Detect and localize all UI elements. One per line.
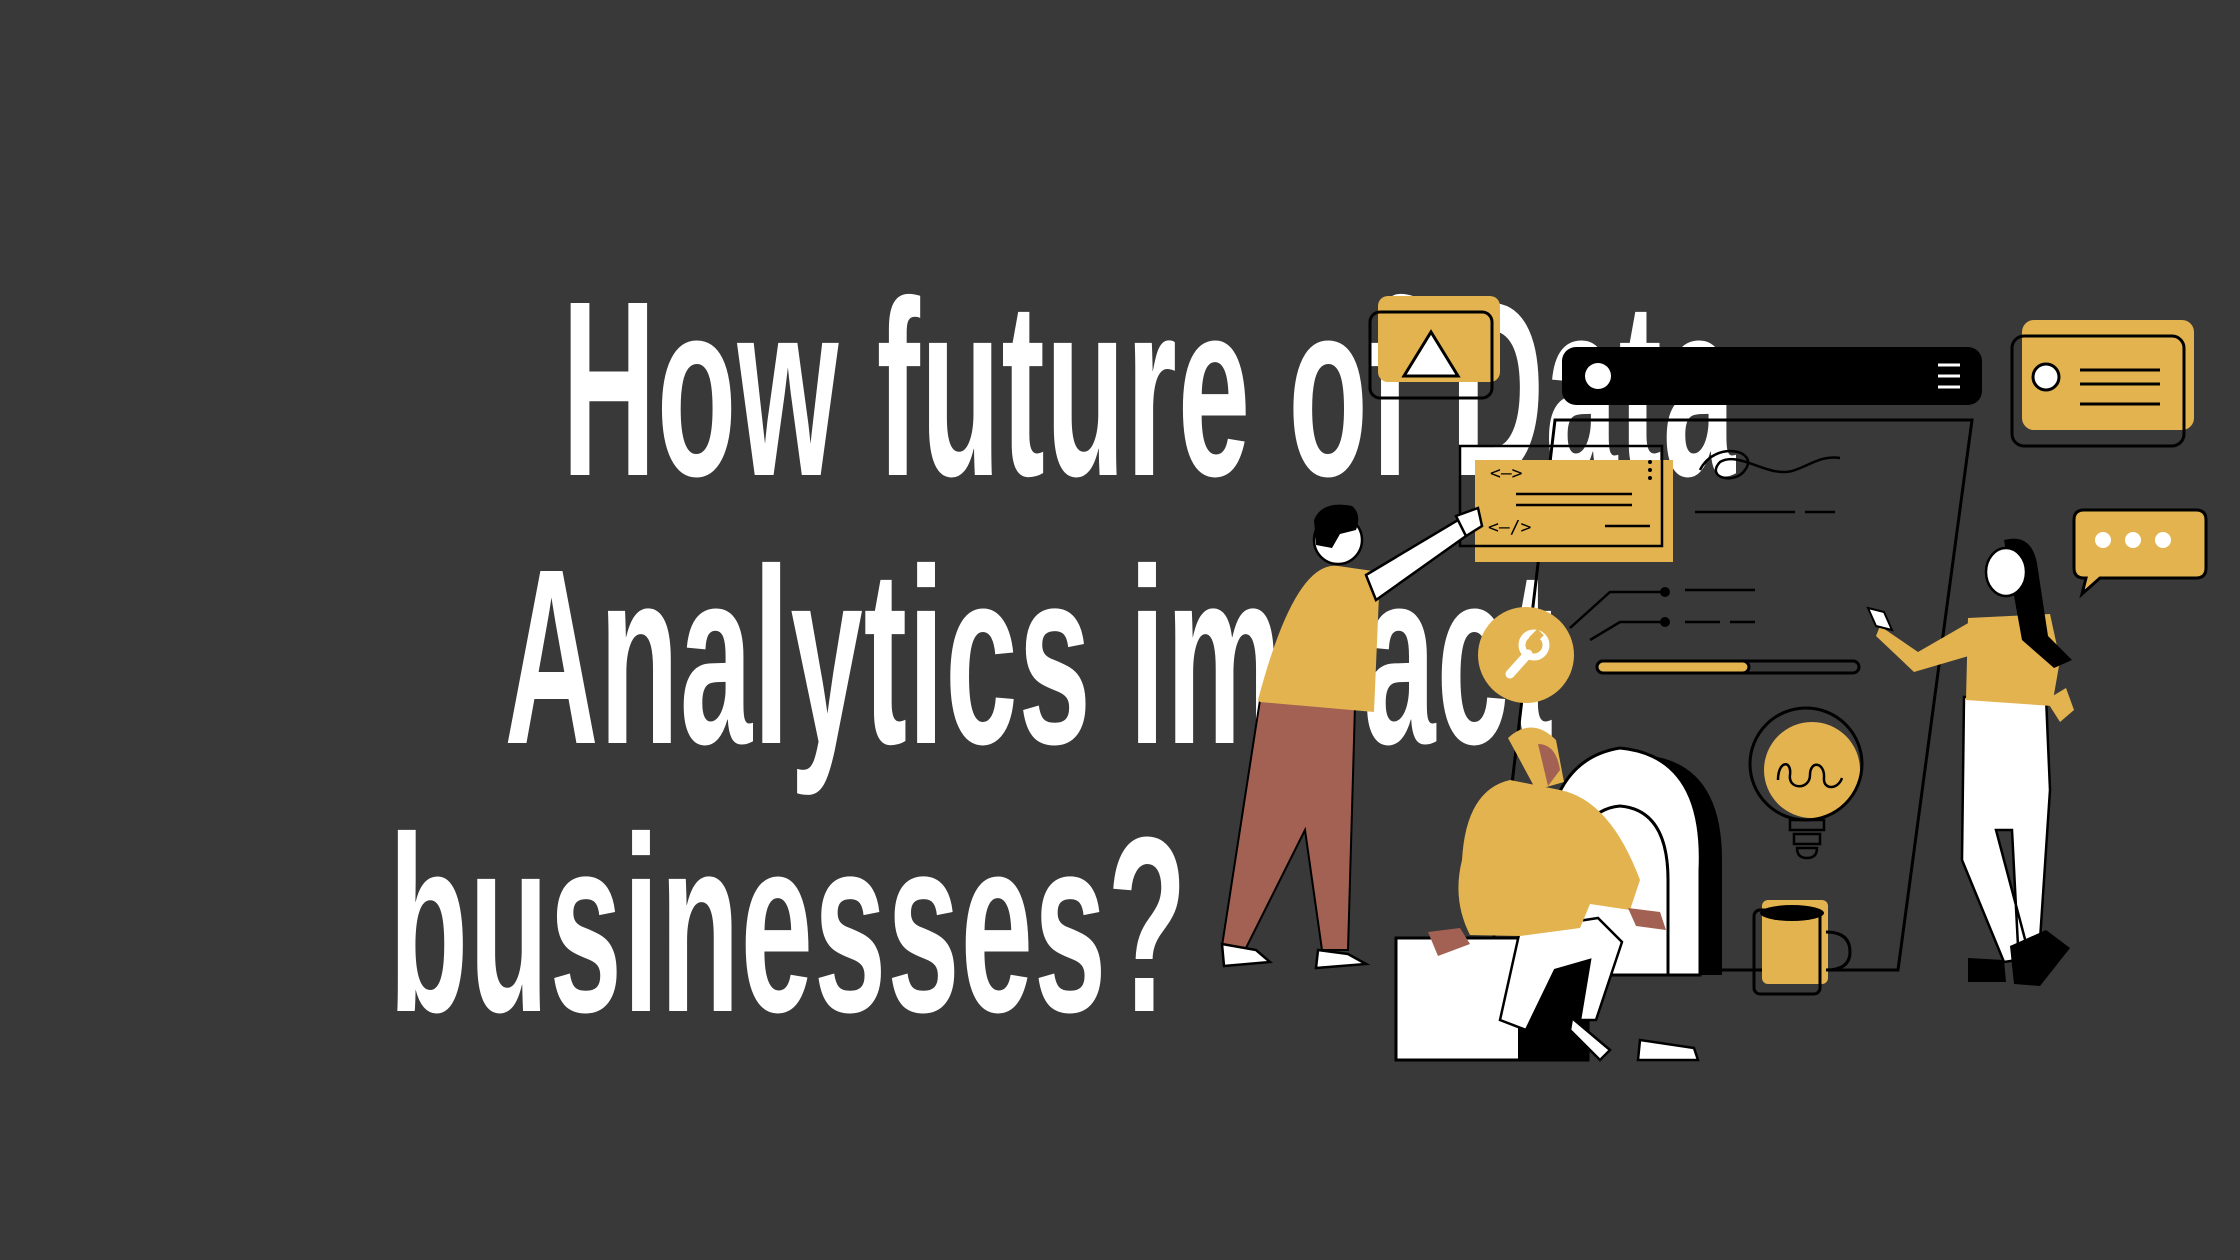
lightbulb [1748, 706, 1864, 860]
profile-card [2010, 320, 2194, 448]
headline-line-1: How future of Data [561, 249, 1737, 528]
chat-dots-icon [2095, 532, 2171, 548]
code-open-tag: <—> [1490, 463, 1523, 484]
chat-bubble [2072, 508, 2208, 599]
woman-right [1866, 538, 2074, 986]
man-left [1220, 504, 1484, 970]
progress-bar [1595, 659, 1861, 675]
warning-card [1368, 296, 1500, 400]
headline: How future of Data Analytics impact busi… [20, 249, 1737, 1064]
mug [1752, 900, 1852, 996]
mug-icon [1825, 930, 1852, 972]
code-card: <—> <—/> [1458, 444, 1673, 562]
banner: How future of Data Analytics impact busi… [0, 0, 2240, 1260]
code-close-tag: <—/> [1488, 517, 1532, 538]
headline-line-3: businesses? [388, 785, 1188, 1064]
team-illustration: <—> <—/> [1220, 296, 2208, 1062]
profile-card-icon [2031, 362, 2061, 392]
headline-line-2: Analytics impact [504, 517, 1555, 796]
wrench-badge [1478, 607, 1574, 703]
